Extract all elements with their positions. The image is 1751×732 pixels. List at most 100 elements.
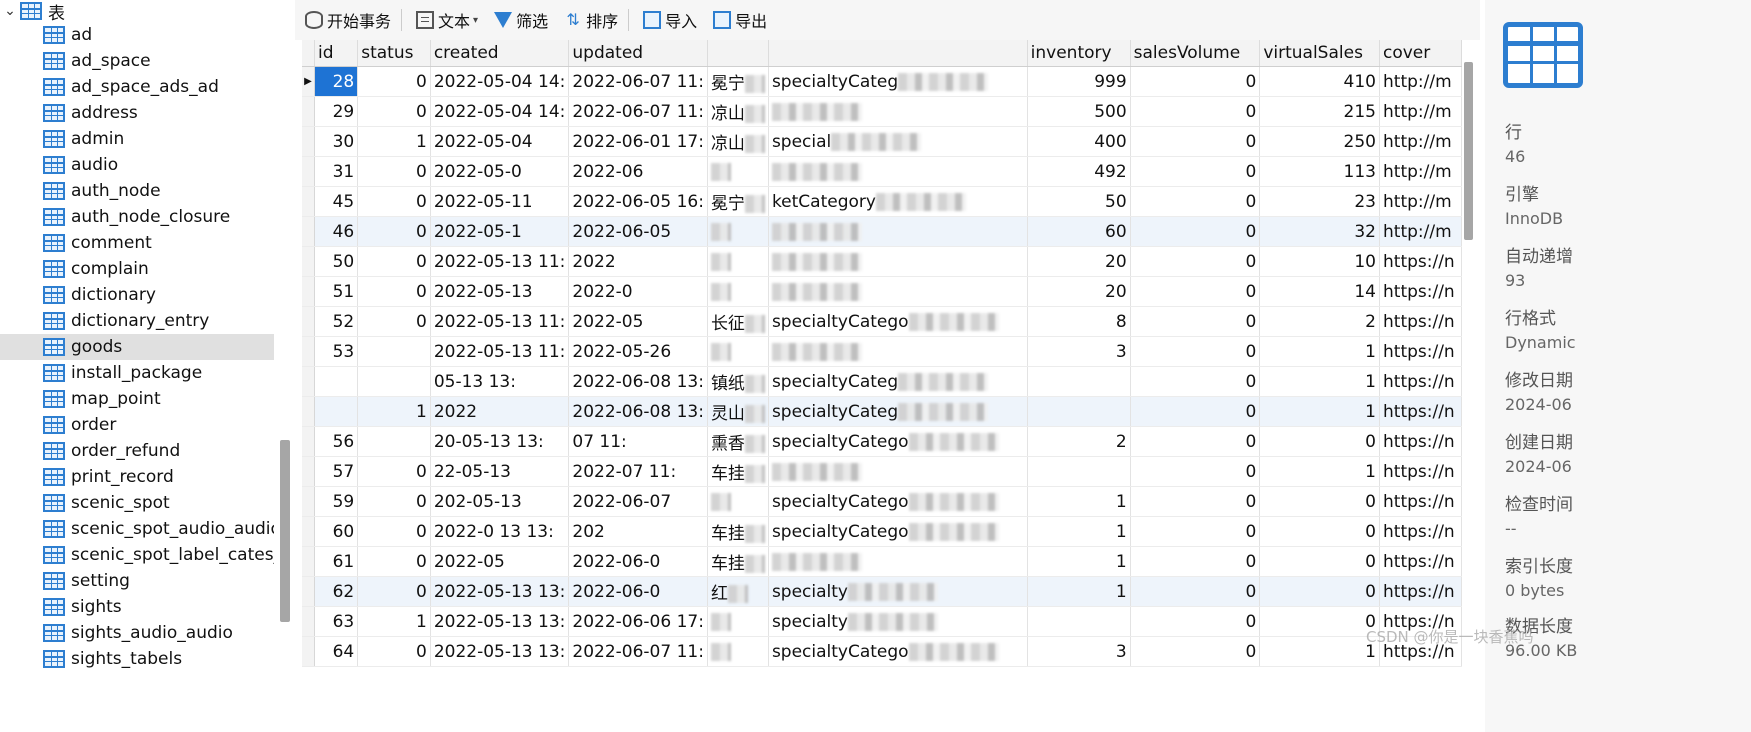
row-marker[interactable] [302,336,316,367]
column-header-salesVolume[interactable]: salesVolume [1130,40,1261,67]
cell-status[interactable]: 0 [357,306,431,337]
cell-cover[interactable]: https://n [1379,546,1462,577]
cell-id[interactable]: 31 [314,156,359,187]
cell-id[interactable]: 53 [314,336,359,367]
cell-created[interactable]: 2022-05-0 [430,156,570,187]
cell-c6[interactable]: specialtyCateg [768,396,1028,427]
cell-c6[interactable]: special [768,126,1028,157]
cell-cover[interactable]: https://n [1379,336,1462,367]
cell-inventory[interactable]: 3 [1027,336,1131,367]
cell-virtualSales[interactable]: 1 [1259,396,1380,427]
filter-button[interactable]: 筛选 [488,5,554,35]
cell-virtualSales[interactable]: 0 [1259,486,1380,517]
table-row[interactable]: 62 0 2022-05-13 13: 2022-06-0 红 specialty 1 0 0 h… [302,576,1462,607]
cell-inventory[interactable]: 20 [1027,246,1131,277]
cell-inventory[interactable]: 500 [1027,96,1131,127]
cell-status[interactable] [357,366,431,397]
tree-item-scenic-spot[interactable]: scenic_spot [0,490,274,516]
table-row[interactable]: 56 20-05-13 13: 07 11: 熏香 specialtyCatego 2 0 0… [302,426,1462,457]
cell-c5[interactable]: 长征 [707,306,769,337]
cell-status[interactable]: 0 [357,276,431,307]
table-row[interactable]: 59 0 202-05-13 2022-06-07 specialtyCatego 1 0 0… [302,486,1462,517]
cell-id[interactable] [314,396,359,427]
cell-updated[interactable]: 2022-06-06 17: [568,606,708,637]
cell-inventory[interactable] [1027,396,1131,427]
cell-c5[interactable] [707,606,769,637]
cell-status[interactable]: 0 [357,156,431,187]
cell-id[interactable]: 52 [314,306,359,337]
cell-inventory[interactable]: 50 [1027,186,1131,217]
row-marker[interactable] [302,606,316,637]
cell-cover[interactable]: https://n [1379,396,1462,427]
cell-updated[interactable]: 2022-06-05 [568,216,708,247]
cell-updated[interactable]: 2022-06 [568,156,708,187]
cell-created[interactable]: 202-05-13 [430,486,570,517]
cell-updated[interactable]: 2022-06-07 [568,486,708,517]
cell-created[interactable]: 20-05-13 13: [430,426,570,457]
cell-cover[interactable]: http://m [1379,216,1462,247]
row-marker[interactable] [302,276,316,307]
cell-status[interactable]: 0 [357,486,431,517]
cell-updated[interactable]: 2022-06-05 16: [568,186,708,217]
cell-cover[interactable]: https://n [1379,486,1462,517]
tree-item-map-point[interactable]: map_point [0,386,274,412]
cell-updated[interactable]: 2022-07 11: [568,456,708,487]
table-row[interactable]: 31 0 2022-05-0 2022-06 492 0 113 http://m [302,156,1462,187]
row-marker[interactable] [302,486,316,517]
table-row[interactable]: 61 0 2022-05 2022-06-0 车挂 1 0 0 https://n [302,546,1462,577]
tree-item-sights[interactable]: sights [0,594,274,620]
cell-inventory[interactable]: 1 [1027,546,1131,577]
cell-id[interactable]: 57 [314,456,359,487]
cell-inventory[interactable] [1027,606,1131,637]
cell-salesVolume[interactable]: 0 [1130,156,1261,187]
cell-id[interactable]: 59 [314,486,359,517]
cell-cover[interactable]: https://n [1379,366,1462,397]
cell-status[interactable]: 0 [357,96,431,127]
cell-status[interactable]: 0 [357,216,431,247]
cell-c6[interactable]: ketCategory [768,186,1028,217]
table-row[interactable]: 52 0 2022-05-13 11: 2022-05 长征 specialtyCateg… [302,306,1462,337]
cell-virtualSales[interactable]: 1 [1259,636,1380,667]
column-header-id[interactable]: id [314,40,359,67]
table-row[interactable]: 53 2022-05-13 11: 2022-05-26 3 0 1 https://n [302,336,1462,367]
tree-item-comment[interactable]: comment [0,230,274,256]
cell-updated[interactable]: 2022-05 [568,306,708,337]
cell-cover[interactable]: http://m [1379,96,1462,127]
cell-status[interactable] [357,336,431,367]
cell-cover[interactable]: http://m [1379,156,1462,187]
cell-virtualSales[interactable]: 32 [1259,216,1380,247]
row-marker[interactable] [302,636,316,667]
cell-c5[interactable] [707,156,769,187]
begin-transaction-button[interactable]: 开始事务 [299,5,397,35]
cell-status[interactable]: 0 [357,546,431,577]
cell-virtualSales[interactable]: 1 [1259,336,1380,367]
cell-c6[interactable]: specialty [768,606,1028,637]
table-row[interactable]: 60 0 2022-0 13 13: 202 车挂 specialtyCatego 1 0 0 h… [302,516,1462,547]
cell-created[interactable]: 2022-05-13 13: [430,576,570,607]
cell-cover[interactable]: https://n [1379,426,1462,457]
cell-id[interactable]: 63 [314,606,359,637]
row-marker[interactable] [302,366,316,397]
cell-virtualSales[interactable]: 1 [1259,456,1380,487]
cell-updated[interactable]: 07 11: [568,426,708,457]
row-marker[interactable] [302,396,316,427]
cell-id[interactable]: 29 [314,96,359,127]
cell-salesVolume[interactable]: 0 [1130,96,1261,127]
cell-id[interactable]: 30 [314,126,359,157]
tree-item-dictionary-entry[interactable]: dictionary_entry [0,308,274,334]
tree-item-complain[interactable]: complain [0,256,274,282]
cell-status[interactable]: 0 [357,576,431,607]
cell-updated[interactable]: 2022-06-08 13: [568,396,708,427]
cell-status[interactable]: 1 [357,396,431,427]
cell-c6[interactable] [768,456,1028,487]
cell-salesVolume[interactable]: 0 [1130,606,1261,637]
cell-status[interactable]: 0 [357,456,431,487]
row-marker[interactable] [302,156,316,187]
table-row[interactable]: 51 0 2022-05-13 2022-0 20 0 14 https://n [302,276,1462,307]
cell-id[interactable]: 62 [314,576,359,607]
cell-updated[interactable]: 2022-0 [568,276,708,307]
cell-inventory[interactable]: 999 [1027,66,1131,97]
cell-c5[interactable] [707,486,769,517]
tree-item-auth-node[interactable]: auth_node [0,178,274,204]
cell-c5[interactable] [707,636,769,667]
